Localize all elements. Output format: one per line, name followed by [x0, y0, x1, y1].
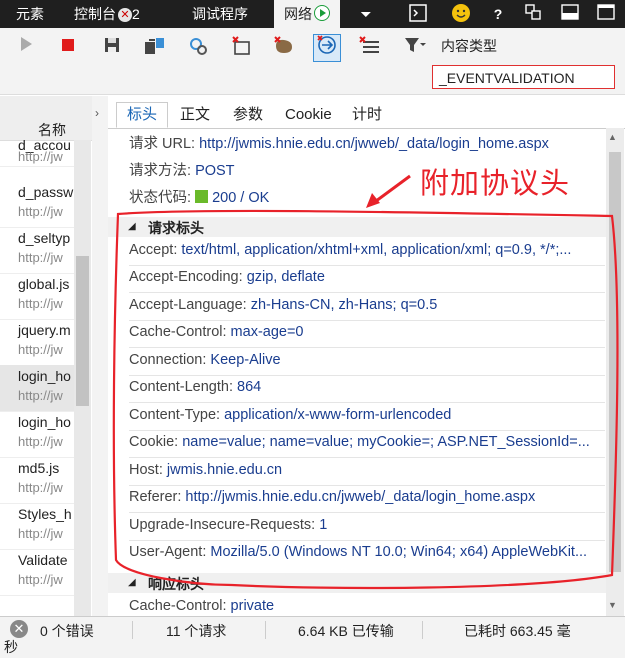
annotation-label: 附加协议头	[420, 168, 571, 200]
annotation-overlay	[112, 174, 619, 590]
divider	[422, 621, 423, 639]
error-icon: ✕	[10, 620, 28, 638]
transferred-size: 6.64 KB 已传输	[298, 623, 394, 639]
requests-count: 11 个请求	[166, 623, 227, 639]
annotation-outline	[112, 209, 619, 590]
annotation-arrowhead-icon	[366, 193, 380, 208]
elapsed-time: 已耗时 663.45 毫	[464, 623, 571, 639]
elapsed-time-unit: 秒	[4, 639, 18, 655]
divider	[265, 621, 266, 639]
annotation-arrow-icon	[371, 174, 411, 206]
errors-count[interactable]: 0 个错误	[40, 621, 94, 641]
status-bar: ✕ 0 个错误 11 个请求 6.64 KB 已传输 已耗时 663.45 毫 …	[0, 616, 625, 658]
divider	[132, 621, 133, 639]
